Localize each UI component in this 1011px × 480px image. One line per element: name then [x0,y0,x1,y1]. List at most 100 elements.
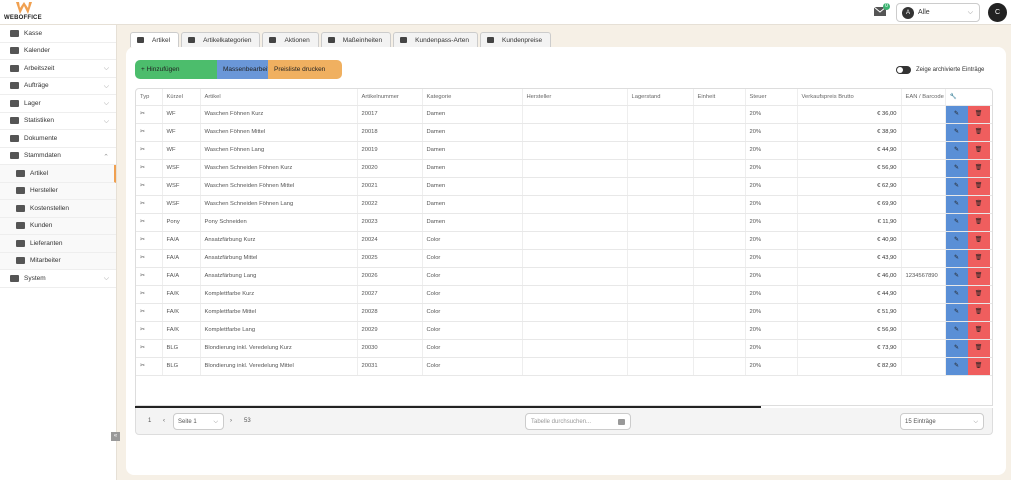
column-header[interactable]: Einheit [693,89,746,106]
edit-button[interactable]: ✎ [945,357,968,374]
print-pricelist-button[interactable]: Preisliste drucken [268,60,342,79]
sidebar-item-mitarbeiter[interactable]: Mitarbeiter [0,252,116,270]
sidebar-item-stammdaten[interactable]: Stammdaten ⌃ [0,148,116,165]
entries-per-page-select[interactable]: 15 Einträge ⌵ [900,413,984,430]
sidebar-collapse-button[interactable]: « [111,432,120,441]
delete-button[interactable]: 🗑 [967,177,990,194]
user-filter-select[interactable]: A Alle ⌵ [896,3,980,22]
sidebar-item-system[interactable]: System ⌵ [0,270,116,288]
table-row[interactable]: ✂ FA/K Komplettfarbe Kurz 20027 Color 20% € 44… [136,285,992,304]
tab-artikelkategorien[interactable]: Artikelkategorien [181,32,261,47]
toggle-switch[interactable] [896,66,911,74]
edit-button[interactable]: ✎ [945,339,968,356]
sidebar-item-artikel[interactable]: Artikel [0,165,116,183]
tab-kundenpreise[interactable]: Kundenpreise [480,32,552,47]
edit-button[interactable]: ✎ [945,285,968,302]
table-row[interactable]: ✂ WSF Waschen Schneiden Föhnen Kurz 20020 Da… [136,159,992,178]
sidebar-item-lieferanten[interactable]: Lieferanten [0,235,116,253]
edit-button[interactable]: ✎ [945,213,968,230]
sidebar-item-kostenstellen[interactable]: Kostenstellen [0,200,116,218]
tab-kundenpass-arten[interactable]: Kundenpass-Arten [393,32,479,47]
column-header[interactable]: Typ [136,89,163,106]
next-page-button[interactable]: › [230,418,232,424]
delete-button[interactable]: 🗑 [967,231,990,248]
last-page-link[interactable]: 53 [244,418,251,424]
sidebar-item-dokumente[interactable]: Dokumente [0,130,116,148]
column-header[interactable]: Verkaufspreis Brutto [797,89,902,106]
delete-button[interactable]: 🗑 [967,195,990,212]
delete-button[interactable]: 🗑 [967,321,990,338]
edit-button[interactable]: ✎ [945,195,968,212]
sidebar-item-kunden[interactable]: Kunden [0,217,116,235]
column-header[interactable]: EAN / Barcode [901,89,946,106]
weboffice-logo[interactable]: WEBOFFICE [4,2,44,22]
table-row[interactable]: ✂ Pony Pony Schneiden 20023 Damen 20% € 11,90 ✎… [136,213,992,232]
tab-label: Kundenpass-Arten [415,36,470,44]
table-row[interactable]: ✂ WF Waschen Föhnen Kurz 20017 Damen 20% € 36,… [136,105,992,124]
table-row[interactable]: ✂ BLG Blondierung inkl. Veredelung Kurz 200… [136,339,992,358]
table-row[interactable]: ✂ WF Waschen Föhnen Lang 20019 Damen 20% € 44,… [136,141,992,160]
table-row[interactable]: ✂ FA/K Komplettfarbe Lang 20029 Color 20% € 56… [136,321,992,340]
page-select[interactable]: Seite 1 ⌵ [173,413,224,430]
delete-button[interactable]: 🗑 [967,285,990,302]
archive-toggle[interactable]: Zeige archivierte Einträge [896,66,984,74]
column-header[interactable]: Artikel [200,89,358,106]
column-header[interactable]: Kürzel [162,89,201,106]
column-header[interactable]: Kategorie [422,89,523,106]
table-search-input[interactable]: Tabelle durchsuchen... [525,413,631,430]
delete-button[interactable]: 🗑 [967,303,990,320]
column-header[interactable]: Artikelnummer [357,89,423,106]
edit-button[interactable]: ✎ [945,303,968,320]
first-page-link[interactable]: 1 [148,418,151,424]
delete-button[interactable]: 🗑 [967,339,990,356]
edit-button[interactable]: ✎ [945,141,968,158]
pagination-bar: 1 ‹ Seite 1 ⌵ › 53 Tabelle durchsuchen..… [135,408,993,435]
delete-button[interactable]: 🗑 [967,123,990,140]
column-header[interactable]: Steuer [745,89,798,106]
tab-aktionen[interactable]: Aktionen [262,32,319,47]
table-row[interactable]: ✂ WSF Waschen Schneiden Föhnen Mittel 20021… [136,177,992,196]
delete-button[interactable]: 🗑 [967,159,990,176]
column-header[interactable]: Hersteller [522,89,628,106]
sidebar-item-kasse[interactable]: Kasse [0,25,116,43]
table-row[interactable]: ✂ FA/A Ansatzfärbung Lang 20026 Color 20% € 46… [136,267,992,286]
edit-button[interactable]: ✎ [945,249,968,266]
edit-button[interactable]: ✎ [945,267,968,284]
sidebar-item-auftr-ge[interactable]: Aufträge ⌵ [0,78,116,95]
tab-ma-einheiten[interactable]: Maßeinheiten [320,32,392,47]
delete-button[interactable]: 🗑 [967,141,990,158]
edit-button[interactable]: ✎ [945,159,968,176]
delete-button[interactable]: 🗑 [967,357,990,374]
prev-page-button[interactable]: ‹ [163,418,165,424]
edit-button[interactable]: ✎ [945,177,968,194]
add-button[interactable]: + Hinzufügen [135,60,217,79]
sidebar-item-hersteller[interactable]: Hersteller [0,182,116,200]
edit-button[interactable]: ✎ [945,105,968,122]
table-row[interactable]: ✂ BLG Blondierung inkl. Veredelung Mittel 2… [136,357,992,376]
tab-label: Artikelkategorien [203,36,252,44]
edit-button[interactable]: ✎ [945,231,968,248]
cell-steuer: 20% [745,321,798,340]
row-actions: ✎ 🗑 [945,321,992,340]
column-header[interactable]: Lagerstand [627,89,694,106]
table-row[interactable]: ✂ WF Waschen Föhnen Mittel 20018 Damen 20% € 3… [136,123,992,142]
table-row[interactable]: ✂ WSF Waschen Schneiden Föhnen Lang 20022 Da… [136,195,992,214]
delete-button[interactable]: 🗑 [967,105,990,122]
cell-preis: € 82,90 [797,357,902,376]
actions-header[interactable]: 🔧 [945,89,992,106]
delete-button[interactable]: 🗑 [967,267,990,284]
sidebar-item-kalender[interactable]: Kalender [0,43,116,60]
sidebar-item-statistiken[interactable]: Statistiken ⌵ [0,113,116,130]
user-avatar[interactable]: C [988,3,1007,22]
delete-button[interactable]: 🗑 [967,249,990,266]
table-row[interactable]: ✂ FA/A Ansatzfärbung Kurz 20024 Color 20% € 40… [136,231,992,250]
table-row[interactable]: ✂ FA/K Komplettfarbe Mittel 20028 Color 20% € … [136,303,992,322]
edit-button[interactable]: ✎ [945,321,968,338]
bulk-edit-button[interactable]: Massenbearbeitung [217,60,280,79]
table-row[interactable]: ✂ FA/A Ansatzfärbung Mittel 20025 Color 20% € … [136,249,992,268]
delete-button[interactable]: 🗑 [967,213,990,230]
edit-button[interactable]: ✎ [945,123,968,140]
tab-artikel[interactable]: Artikel [130,32,180,47]
sidebar-item-arbeitszeit[interactable]: Arbeitszeit ⌵ [0,60,116,78]
sidebar-item-lager[interactable]: Lager ⌵ [0,95,116,113]
